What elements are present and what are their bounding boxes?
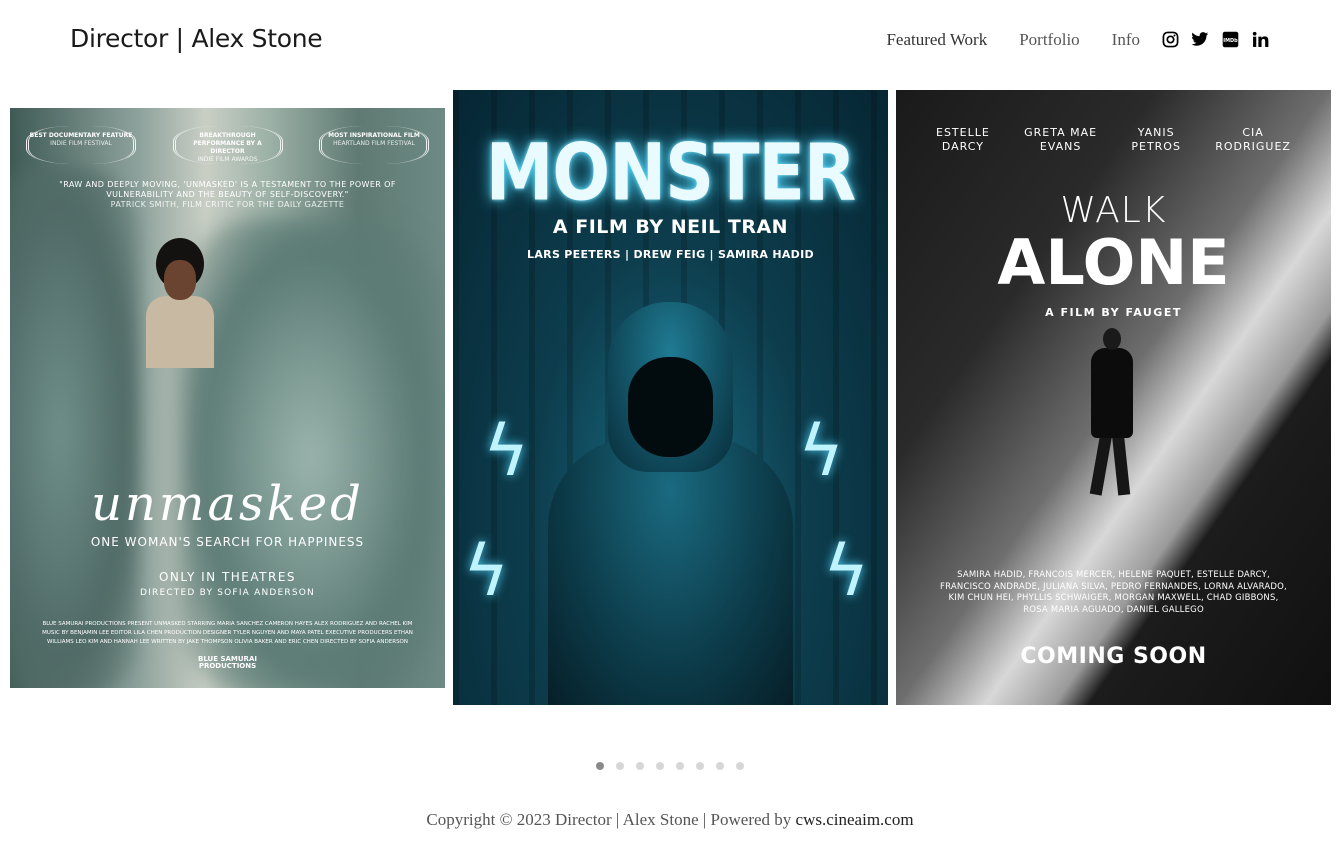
- carousel-dot[interactable]: [676, 762, 684, 770]
- studio-logo: BLUE SAMURAI PRODUCTIONS: [198, 655, 257, 670]
- carousel-dot[interactable]: [596, 762, 604, 770]
- poster-title-top: WALK: [1060, 190, 1167, 231]
- poster-director: DIRECTED BY SOFIA ANDERSON: [140, 588, 315, 598]
- linkedin-icon[interactable]: [1251, 30, 1269, 48]
- laurel-award: MOST INSPIRATIONAL FILM HEARTLAND FILM FE…: [319, 126, 429, 164]
- carousel-dot[interactable]: [636, 762, 644, 770]
- laurel-award: BREAKTHROUGH PERFORMANCE BY A DIRECTOR IN…: [172, 126, 283, 164]
- carousel-dot[interactable]: [716, 762, 724, 770]
- poster-release: COMING SOON: [1020, 644, 1207, 669]
- carousel-dot[interactable]: [736, 762, 744, 770]
- poster-cast: LARS PEETERS | DREW FEIG | SAMIRA HADID: [527, 248, 814, 261]
- poster-credits: BLUE SAMURAI PRODUCTIONS PRESENT UNMASKE…: [42, 621, 413, 645]
- nav-info[interactable]: Info: [1112, 30, 1140, 50]
- carousel-dot[interactable]: [696, 762, 704, 770]
- poster-quote: "RAW AND DEEPLY MOVING, 'UNMASKED' IS A …: [59, 180, 396, 209]
- poster-walking-man: [1081, 328, 1141, 498]
- poster-carousel[interactable]: BEST DOCUMENTARY FEATURE INDIE FILM FESTI…: [0, 90, 1340, 706]
- carousel-pagination: [596, 762, 744, 770]
- footer: Copyright © 2023 Director | Alex Stone |…: [0, 810, 1340, 830]
- poster-release: ONLY IN THEATRES: [158, 570, 297, 584]
- laurels: BEST DOCUMENTARY FEATURE INDIE FILM FESTI…: [26, 126, 429, 164]
- footer-copyright: Copyright © 2023 Director | Alex Stone |…: [426, 810, 796, 829]
- poster-walk-alone[interactable]: ESTELLE DARCY GRETA MAE EVANS YANIS PETROS …: [896, 90, 1331, 705]
- footer-powered-by-link[interactable]: cws.cineaim.com: [796, 810, 914, 829]
- imdb-icon[interactable]: IMDb: [1221, 30, 1239, 48]
- poster-byline: A FILM BY FAUGET: [1045, 306, 1182, 319]
- lightning-icon: ϟ: [798, 410, 845, 492]
- lightning-icon: ϟ: [463, 530, 510, 612]
- poster-hooded-figure: [548, 302, 793, 705]
- carousel-dot[interactable]: [616, 762, 624, 770]
- poster-credits: SAMIRA HADID, FRANCOIS MERCER, HELENE PA…: [940, 570, 1287, 615]
- poster-title: MONSTER: [485, 128, 857, 219]
- laurel-award: BEST DOCUMENTARY FEATURE INDIE FILM FESTI…: [26, 126, 136, 164]
- social-links: IMDb: [1161, 30, 1269, 48]
- poster-title: ALONE: [997, 226, 1230, 299]
- poster-tagline: ONE WOMAN'S SEARCH FOR HAPPINESS: [90, 535, 365, 549]
- instagram-icon[interactable]: [1161, 30, 1179, 48]
- main-nav: Featured Work Portfolio Info: [886, 30, 1140, 50]
- poster-woman-figure: [140, 238, 220, 368]
- poster-subtitle: A FILM BY NEIL TRAN: [552, 216, 789, 238]
- poster-title: unmasked: [91, 476, 364, 532]
- site-title[interactable]: Director | Alex Stone: [70, 24, 323, 53]
- carousel-dot[interactable]: [656, 762, 664, 770]
- twitter-icon[interactable]: [1191, 30, 1209, 48]
- lightning-icon: ϟ: [483, 410, 530, 492]
- poster-unmasked[interactable]: BEST DOCUMENTARY FEATURE INDIE FILM FESTI…: [10, 108, 445, 688]
- nav-portfolio[interactable]: Portfolio: [1019, 30, 1079, 50]
- poster-monster[interactable]: MONSTER A FILM BY NEIL TRAN LARS PEETERS…: [453, 90, 888, 705]
- svg-text:IMDb: IMDb: [1223, 37, 1238, 43]
- poster-blur-figure-left: [10, 168, 140, 688]
- poster-cast: ESTELLE DARCY GRETA MAE EVANS YANIS PETROS …: [936, 126, 1291, 153]
- nav-featured-work[interactable]: Featured Work: [886, 30, 987, 50]
- lightning-icon: ϟ: [823, 530, 870, 612]
